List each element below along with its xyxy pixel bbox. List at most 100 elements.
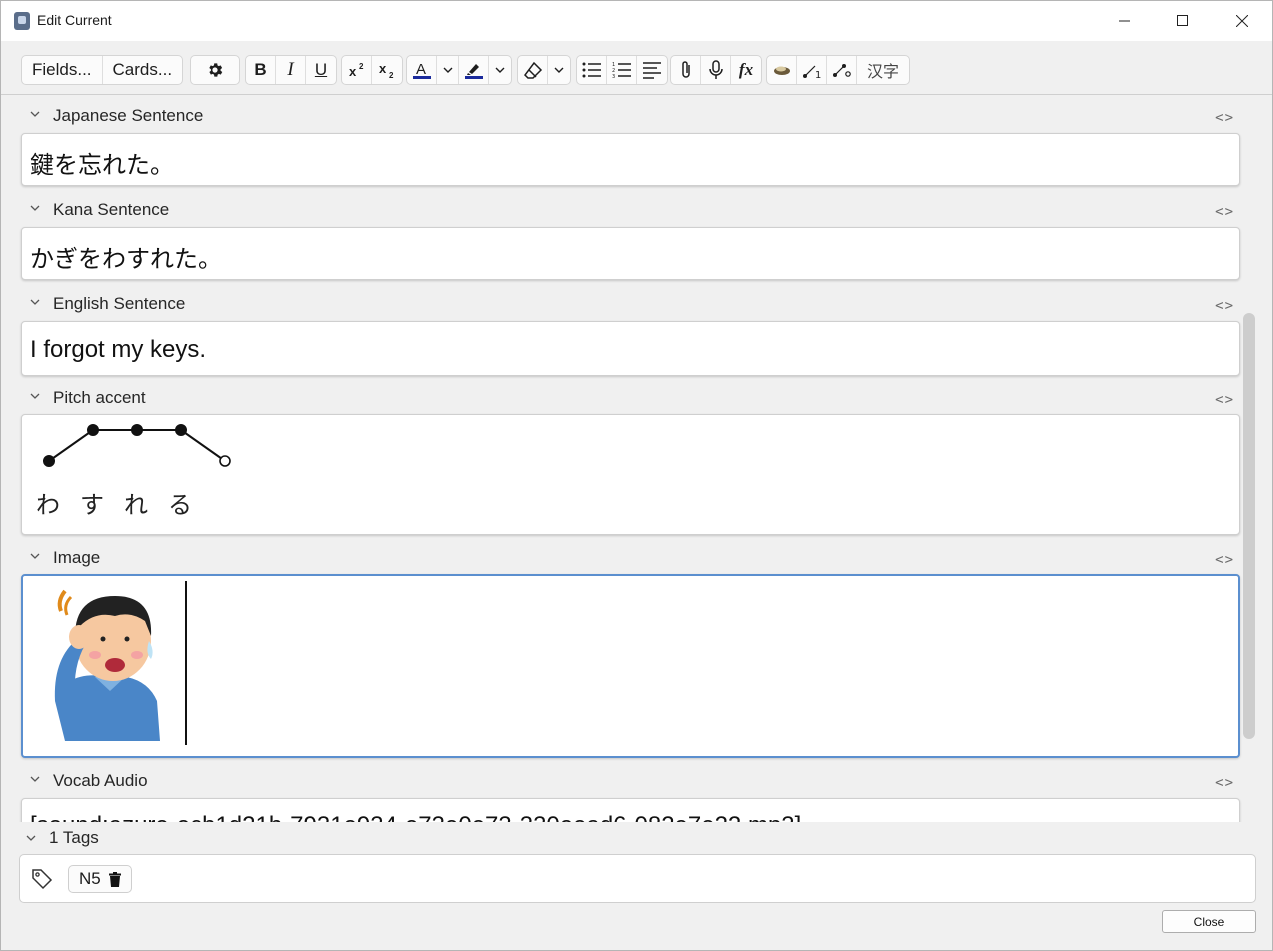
tag-label: N5 bbox=[79, 869, 101, 888]
highlight-icon bbox=[464, 64, 483, 79]
tags-header[interactable]: 1 Tags bbox=[1, 823, 1272, 853]
chevron-down-icon bbox=[495, 67, 505, 73]
superscript-icon: x2 bbox=[349, 62, 364, 79]
chevron-down-icon[interactable] bbox=[30, 111, 40, 117]
field-label-row: Pitch accent <> bbox=[21, 386, 1240, 410]
field-label: Japanese Sentence bbox=[53, 106, 204, 125]
html-editor-toggle[interactable]: <> bbox=[1215, 775, 1234, 791]
cards-button[interactable]: Cards... bbox=[103, 56, 183, 84]
field-label-row: Japanese Sentence <> bbox=[21, 104, 1240, 128]
pitch-kana: す bbox=[80, 491, 104, 519]
html-editor-toggle[interactable]: <> bbox=[1215, 392, 1234, 408]
chevron-down-icon[interactable] bbox=[30, 205, 40, 211]
text-color-button[interactable]: A bbox=[407, 56, 437, 84]
underline-button[interactable]: U bbox=[306, 56, 336, 84]
fields-scroll-area[interactable]: Japanese Sentence <> 鍵を忘れた。 Kana Sentenc… bbox=[1, 96, 1272, 822]
remove-format-button[interactable] bbox=[518, 56, 548, 84]
close-button[interactable]: Close bbox=[1162, 910, 1256, 933]
tag-icon bbox=[32, 869, 53, 890]
field-value[interactable]: [sound:azure-ecb1d21b-7931e934-e73e0e73-… bbox=[30, 812, 801, 822]
close-window-button[interactable] bbox=[1213, 1, 1271, 41]
field-value[interactable]: 鍵を忘れた。 bbox=[30, 145, 174, 180]
field-editor[interactable]: かぎをわすれた。 bbox=[21, 227, 1240, 280]
chevron-down-icon bbox=[554, 67, 564, 73]
media-button-group: fx bbox=[670, 55, 762, 85]
pitch-mora-point bbox=[43, 455, 55, 467]
tag-chip[interactable]: N5 bbox=[68, 865, 132, 893]
field-editor[interactable]: I forgot my keys. bbox=[21, 321, 1240, 376]
field-label-row: Kana Sentence <> bbox=[21, 198, 1240, 222]
fields-button[interactable]: Fields... bbox=[22, 56, 103, 84]
pitch-kana: れ bbox=[124, 491, 148, 519]
math-button[interactable]: fx bbox=[731, 56, 761, 84]
format-button-group: B I U bbox=[245, 55, 337, 85]
text-color-dropdown[interactable] bbox=[437, 56, 459, 84]
cleanup-icon bbox=[773, 66, 790, 75]
html-editor-toggle[interactable]: <> bbox=[1215, 552, 1234, 568]
trash-icon[interactable] bbox=[108, 871, 121, 887]
addon-pitch-low-button[interactable]: 1 bbox=[797, 56, 827, 84]
scrollbar-thumb[interactable] bbox=[1243, 313, 1255, 739]
close-icon bbox=[1236, 15, 1248, 27]
svg-text:A: A bbox=[416, 61, 426, 78]
remove-format-dropdown[interactable] bbox=[548, 56, 570, 84]
field-label-row: Image <> bbox=[21, 546, 1240, 570]
unordered-list-button[interactable] bbox=[577, 56, 607, 84]
html-editor-toggle[interactable]: <> bbox=[1215, 204, 1234, 220]
field-value[interactable]: I forgot my keys. bbox=[30, 336, 206, 364]
minimize-button[interactable] bbox=[1096, 1, 1154, 41]
bold-button[interactable]: B bbox=[246, 56, 276, 84]
kanji-button[interactable]: 汉字 bbox=[857, 56, 909, 84]
field-image-illustration[interactable] bbox=[45, 581, 175, 751]
chevron-down-icon[interactable] bbox=[30, 393, 40, 399]
field-editor[interactable]: 鍵を忘れた。 bbox=[21, 133, 1240, 186]
gear-icon bbox=[209, 63, 223, 77]
field-editor[interactable] bbox=[21, 574, 1240, 758]
html-editor-toggle[interactable]: <> bbox=[1215, 298, 1234, 314]
field-editor[interactable]: [sound:azure-ecb1d21b-7931e934-e73e0e73-… bbox=[21, 798, 1240, 822]
addon-cleanup-button[interactable] bbox=[767, 56, 797, 84]
pitch-mora-point bbox=[87, 424, 99, 436]
tag-editor[interactable]: N5 bbox=[19, 854, 1256, 903]
field-label-row: English Sentence <> bbox=[21, 292, 1240, 316]
addon-pitch-graph-button[interactable] bbox=[827, 56, 857, 84]
pitch-graph-icon bbox=[832, 64, 851, 77]
numbered-list-icon: 123 bbox=[612, 62, 631, 79]
field-editor[interactable]: わ す れ る bbox=[21, 414, 1240, 535]
superscript-button[interactable]: x2 bbox=[342, 56, 372, 84]
pitch-low-icon: 1 bbox=[802, 65, 821, 79]
color-button-group: A bbox=[406, 55, 512, 85]
chevron-down-icon[interactable] bbox=[30, 553, 40, 559]
pitch-kana: わ bbox=[36, 491, 60, 519]
attach-button[interactable] bbox=[671, 56, 701, 84]
subscript-button[interactable]: x2 bbox=[372, 56, 402, 84]
title-bar: Edit Current bbox=[1, 1, 1272, 41]
pitch-mora-point bbox=[175, 424, 187, 436]
html-editor-toggle[interactable]: <> bbox=[1215, 110, 1234, 126]
highlight-color-button[interactable] bbox=[459, 56, 489, 84]
settings-button[interactable] bbox=[191, 56, 239, 84]
field-value[interactable]: かぎをわすれた。 bbox=[30, 239, 222, 274]
maximize-button[interactable] bbox=[1154, 1, 1212, 41]
italic-button[interactable]: I bbox=[276, 56, 306, 84]
addon-button-group: 1 汉字 bbox=[766, 55, 910, 85]
pitch-line bbox=[180, 429, 226, 462]
window-title: Edit Current bbox=[37, 12, 112, 28]
field-label: Pitch accent bbox=[53, 388, 146, 407]
align-button[interactable] bbox=[637, 56, 667, 84]
microphone-icon bbox=[708, 60, 723, 79]
chevron-down-icon bbox=[26, 835, 36, 841]
eraser-icon bbox=[523, 61, 542, 79]
chevron-down-icon[interactable] bbox=[30, 776, 40, 782]
record-audio-button[interactable] bbox=[701, 56, 731, 84]
chevron-down-icon[interactable] bbox=[30, 299, 40, 305]
svg-text:x: x bbox=[379, 61, 387, 76]
text-cursor bbox=[185, 581, 187, 745]
editor-toolbar: Fields... Cards... B I U x2 x2 A 1 2 3 f… bbox=[1, 41, 1272, 95]
ordered-list-button[interactable]: 123 bbox=[607, 56, 637, 84]
svg-text:3: 3 bbox=[612, 74, 615, 79]
paperclip-icon bbox=[681, 61, 690, 78]
pitch-particle-point bbox=[219, 455, 231, 467]
highlight-color-dropdown[interactable] bbox=[489, 56, 511, 84]
script-button-group: x2 x2 bbox=[341, 55, 403, 85]
